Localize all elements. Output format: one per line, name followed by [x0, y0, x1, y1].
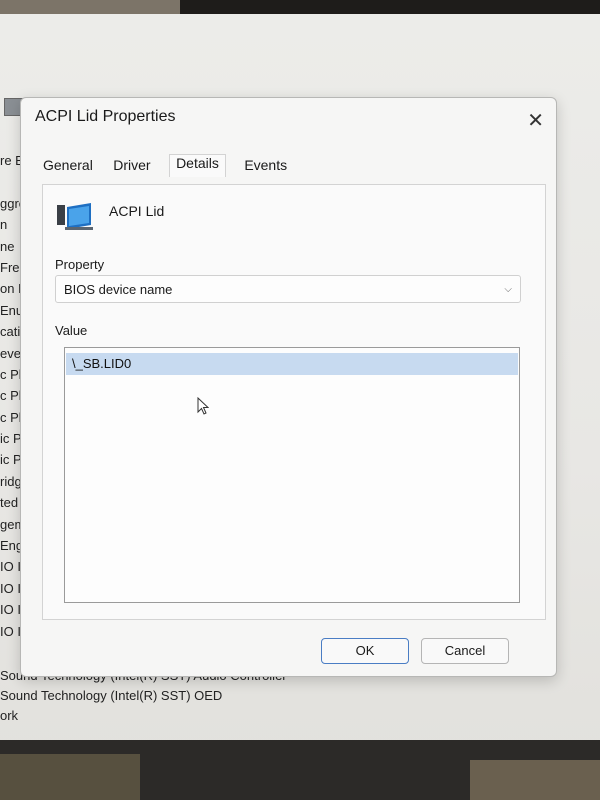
mouse-cursor-icon [197, 397, 209, 415]
cancel-button[interactable]: Cancel [421, 638, 509, 664]
tab-general[interactable]: General [41, 157, 95, 173]
monitor-frame [180, 0, 600, 14]
floor-background [0, 754, 140, 800]
monitor-bottom-bezel [0, 740, 600, 800]
device-icon [57, 203, 93, 230]
tab-events[interactable]: Events [242, 157, 289, 173]
ok-button[interactable]: OK [321, 638, 409, 664]
details-panel: ACPI Lid Property BIOS device name ⌵ Val… [42, 184, 546, 620]
value-listbox[interactable]: \_SB.LID0 [64, 347, 520, 603]
tab-details[interactable]: Details [169, 154, 226, 177]
property-select[interactable]: BIOS device name ⌵ [55, 275, 521, 303]
properties-dialog: ACPI Lid Properties ✕ General Driver Det… [20, 97, 557, 677]
chevron-down-icon: ⌵ [504, 284, 512, 295]
list-item: ork [0, 708, 19, 723]
property-selected-value: BIOS device name [64, 282, 173, 297]
property-label: Property [55, 257, 105, 272]
floor-background [470, 760, 600, 800]
dialog-title: ACPI Lid Properties [35, 108, 176, 125]
value-label: Value [55, 323, 88, 338]
list-item: Sound Technology (Intel(R) SST) OED [0, 688, 223, 703]
close-icon[interactable]: ✕ [527, 108, 544, 133]
tab-driver[interactable]: Driver [111, 157, 152, 173]
tab-bar: General Driver Details Events [41, 154, 301, 180]
device-name: ACPI Lid [109, 203, 165, 219]
value-list-item[interactable]: \_SB.LID0 [66, 353, 518, 375]
